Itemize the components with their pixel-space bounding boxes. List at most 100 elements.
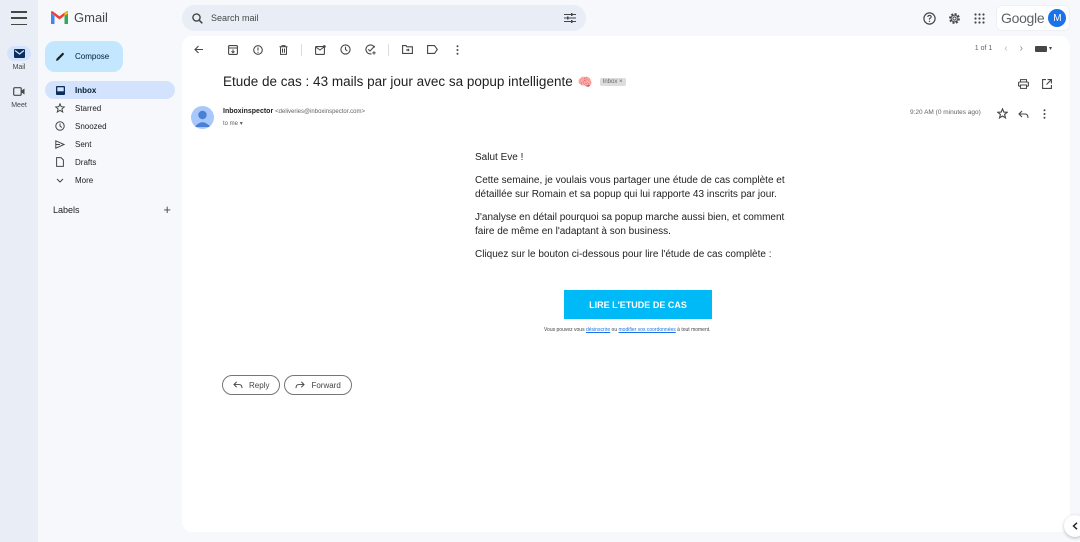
sidebar-item-label: More bbox=[75, 175, 94, 185]
body-paragraph: Salut Eve ! bbox=[475, 152, 524, 163]
reply-icon[interactable] bbox=[1018, 106, 1029, 124]
toolbar-divider bbox=[301, 43, 302, 56]
search-bar[interactable] bbox=[182, 5, 586, 31]
body-paragraph: Cliquez sur le bouton ci-dessous pour li… bbox=[475, 248, 772, 260]
sidebar-item-snoozed[interactable]: Snoozed bbox=[45, 117, 175, 135]
draft-icon bbox=[55, 157, 65, 167]
reply-icon bbox=[233, 381, 243, 389]
account-switcher[interactable]: Google M bbox=[996, 5, 1070, 31]
sidebar-item-label: Sent bbox=[75, 139, 92, 149]
video-icon bbox=[7, 84, 31, 99]
back-arrow-icon[interactable] bbox=[192, 43, 206, 57]
labels-heading: Labels bbox=[53, 205, 80, 215]
star-icon bbox=[55, 103, 65, 113]
gmail-m-icon bbox=[51, 11, 68, 24]
open-new-window-icon[interactable] bbox=[1042, 76, 1052, 94]
main-menu-icon[interactable] bbox=[11, 11, 27, 25]
more-vert-icon[interactable] bbox=[1039, 106, 1046, 124]
email-subject-line: Etude de cas : 43 mails par jour avec sa… bbox=[223, 74, 626, 89]
app-name: Gmail bbox=[74, 10, 108, 25]
compose-label: Compose bbox=[75, 52, 110, 61]
report-spam-icon[interactable] bbox=[251, 43, 265, 57]
rail-item-meet[interactable]: Meet bbox=[0, 84, 38, 109]
apps-grid-icon[interactable] bbox=[971, 10, 987, 26]
sidebar-item-label: Snoozed bbox=[75, 121, 107, 131]
sidebar-item-label: Drafts bbox=[75, 157, 97, 167]
move-to-icon[interactable] bbox=[400, 43, 414, 57]
help-icon[interactable] bbox=[921, 10, 937, 26]
brain-emoji-icon: 🧠 bbox=[577, 74, 593, 89]
app-rail: Mail Meet bbox=[0, 0, 38, 542]
search-icon[interactable] bbox=[192, 12, 203, 24]
snooze-icon[interactable] bbox=[338, 43, 352, 57]
add-task-icon[interactable] bbox=[363, 43, 377, 57]
reply-button[interactable]: Reply bbox=[222, 375, 281, 395]
sender-avatar[interactable] bbox=[191, 106, 214, 129]
rail-item-label: Mail bbox=[12, 64, 26, 71]
sidebar-item-more[interactable]: More bbox=[45, 171, 175, 189]
star-icon[interactable] bbox=[996, 106, 1009, 124]
sidebar-item-inbox[interactable]: Inbox bbox=[45, 81, 175, 99]
settings-icon[interactable] bbox=[946, 10, 962, 26]
caret-down-icon: ▾ bbox=[239, 121, 243, 127]
sender-info: Inboxinspector <deliveries@inboxinspecto… bbox=[223, 108, 365, 115]
message-view: 1 of 1 ‹ › ▾ Etude de cas : 43 mails par… bbox=[182, 36, 1070, 532]
reply-label: Reply bbox=[249, 380, 270, 390]
mail-icon bbox=[7, 46, 31, 61]
read-case-study-button[interactable]: LIRE L'ETUDE DE CAS bbox=[564, 290, 712, 319]
unsubscribe-link[interactable]: désinscrire bbox=[586, 327, 610, 333]
mark-unread-icon[interactable] bbox=[313, 43, 327, 57]
pagination-count: 1 of 1 bbox=[974, 45, 993, 52]
sidebar-item-drafts[interactable]: Drafts bbox=[45, 153, 175, 171]
toolbar-divider bbox=[388, 43, 389, 56]
footer-text: ou bbox=[610, 327, 619, 333]
search-options-icon[interactable] bbox=[564, 13, 576, 23]
side-panel-toggle[interactable] bbox=[1064, 515, 1080, 537]
inbox-icon bbox=[55, 85, 65, 95]
chevron-down-icon bbox=[55, 178, 65, 183]
more-vert-icon[interactable] bbox=[450, 43, 464, 57]
sender-name[interactable]: Inboxinspector bbox=[223, 108, 273, 115]
forward-icon bbox=[295, 381, 306, 389]
sidebar-item-label: Inbox bbox=[75, 85, 97, 95]
pencil-icon bbox=[56, 52, 64, 61]
body-paragraph: Cette semaine, je voulais vous partager … bbox=[475, 174, 785, 201]
label-icon[interactable] bbox=[425, 43, 439, 57]
recipient-label: to me bbox=[223, 121, 239, 127]
sidebar-item-sent[interactable]: Sent bbox=[45, 135, 175, 153]
print-icon[interactable] bbox=[1018, 76, 1029, 94]
recipient-details-toggle[interactable]: to me ▾ bbox=[223, 120, 243, 127]
delete-icon[interactable] bbox=[276, 43, 290, 57]
email-timestamp: 9:20 AM (0 minutes ago) bbox=[910, 109, 981, 116]
inbox-label-badge[interactable]: Inbox × bbox=[599, 77, 626, 86]
input-tools-icon[interactable]: ▾ bbox=[1034, 45, 1052, 52]
chevron-left-icon bbox=[1072, 522, 1078, 530]
sidebar-item-label: Starred bbox=[75, 103, 102, 113]
search-input[interactable] bbox=[211, 13, 564, 23]
clock-icon bbox=[55, 121, 65, 131]
rail-item-label: Meet bbox=[11, 102, 27, 109]
email-subject: Etude de cas : 43 mails par jour avec sa… bbox=[223, 74, 573, 89]
forward-button[interactable]: Forward bbox=[284, 375, 352, 395]
labels-section: Labels + bbox=[53, 203, 171, 216]
send-icon bbox=[55, 139, 65, 149]
sidebar-item-starred[interactable]: Starred bbox=[45, 99, 175, 117]
add-label-button[interactable]: + bbox=[163, 203, 171, 216]
rail-item-mail[interactable]: Mail bbox=[0, 46, 38, 71]
newer-chevron-icon[interactable]: ‹ bbox=[1004, 43, 1007, 54]
email-body: Salut Eve ! Cette semaine, je voulais vo… bbox=[475, 151, 805, 270]
sidebar-nav: Inbox Starred Snoozed Sent Drafts More bbox=[45, 81, 175, 189]
body-paragraph: J'analyse en détail pourquoi sa popup ma… bbox=[475, 211, 785, 238]
sender-email: <deliveries@inboxinspector.com> bbox=[275, 109, 365, 115]
google-wordmark: Google bbox=[1001, 10, 1045, 26]
modify-details-link[interactable]: modifier vos coordonnées bbox=[619, 327, 676, 333]
avatar[interactable]: M bbox=[1048, 9, 1067, 27]
forward-label: Forward bbox=[311, 380, 341, 390]
older-chevron-icon[interactable]: › bbox=[1020, 43, 1023, 54]
unsubscribe-note: Vous pouvez vous désinscrire ou modifier… bbox=[544, 327, 711, 333]
archive-icon[interactable] bbox=[226, 43, 240, 57]
compose-button[interactable]: Compose bbox=[45, 41, 123, 72]
gmail-logo[interactable]: Gmail bbox=[51, 10, 108, 25]
message-toolbar: 1 of 1 ‹ › ▾ bbox=[182, 36, 1070, 63]
footer-text: Vous pouvez vous bbox=[544, 327, 586, 333]
